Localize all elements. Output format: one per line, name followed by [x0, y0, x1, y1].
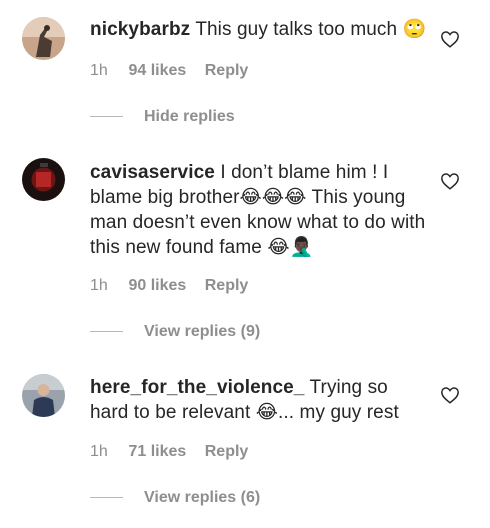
heart-outline-icon[interactable]: [440, 172, 460, 190]
heart-outline-icon[interactable]: [440, 386, 460, 404]
comment-likes[interactable]: 71 likes: [128, 443, 186, 461]
comment-username[interactable]: cavisaservice: [90, 162, 215, 183]
comment-meta: 1h 90 likes Reply: [90, 277, 248, 295]
comment-likes[interactable]: 90 likes: [128, 277, 186, 295]
comment-username[interactable]: here_for_the_violence_: [90, 377, 304, 398]
comment-time: 1h: [90, 277, 108, 294]
divider-line: [90, 497, 123, 499]
replies-toggle[interactable]: View replies (9): [90, 323, 260, 341]
replies-toggle[interactable]: Hide replies: [90, 108, 235, 126]
reply-button[interactable]: Reply: [205, 277, 249, 295]
comment-time: 1h: [90, 62, 108, 79]
avatar[interactable]: [22, 374, 65, 417]
replies-toggle-label[interactable]: View replies (6): [144, 489, 260, 506]
comment-body: here_for_the_violence_ Trying so hard to…: [90, 375, 430, 425]
replies-toggle-label[interactable]: View replies (9): [144, 323, 260, 340]
comment-body: cavisaservice I don’t blame him ! I blam…: [90, 160, 430, 260]
comment-meta: 1h 71 likes Reply: [90, 443, 248, 461]
avatar[interactable]: [22, 17, 65, 60]
reply-button[interactable]: Reply: [205, 62, 249, 80]
divider-line: [90, 331, 123, 333]
comment-meta: 1h 94 likes Reply: [90, 62, 248, 80]
replies-toggle[interactable]: View replies (6): [90, 489, 260, 507]
comment-body: nickybarbz This guy talks too much 🙄: [90, 17, 430, 42]
comment-username[interactable]: nickybarbz: [90, 19, 190, 40]
comment-likes[interactable]: 94 likes: [128, 62, 186, 80]
comment-time: 1h: [90, 443, 108, 460]
replies-toggle-label[interactable]: Hide replies: [144, 108, 235, 125]
avatar[interactable]: [22, 158, 65, 201]
reply-button[interactable]: Reply: [205, 443, 249, 461]
comment-text: This guy talks too much 🙄: [195, 19, 427, 40]
divider-line: [90, 116, 123, 118]
heart-outline-icon[interactable]: [440, 30, 460, 48]
